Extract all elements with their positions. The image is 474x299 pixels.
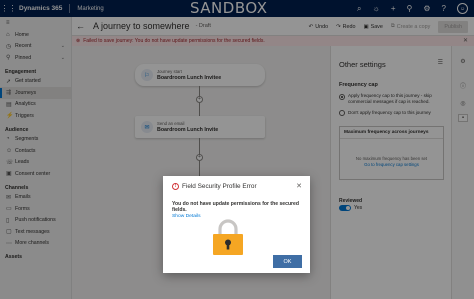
dialog-title: Field Security Profile Error (182, 183, 257, 190)
lock-icon (213, 219, 243, 255)
error-dialog: ! Field Security Profile Error ✕ You do … (163, 176, 310, 273)
error-icon: ! (172, 183, 179, 190)
show-details-link[interactable]: Show Details (172, 214, 201, 219)
dialog-message: You do not have update permissions for t… (172, 201, 299, 213)
ok-button[interactable]: OK (273, 255, 302, 268)
close-icon[interactable]: ✕ (296, 182, 302, 190)
